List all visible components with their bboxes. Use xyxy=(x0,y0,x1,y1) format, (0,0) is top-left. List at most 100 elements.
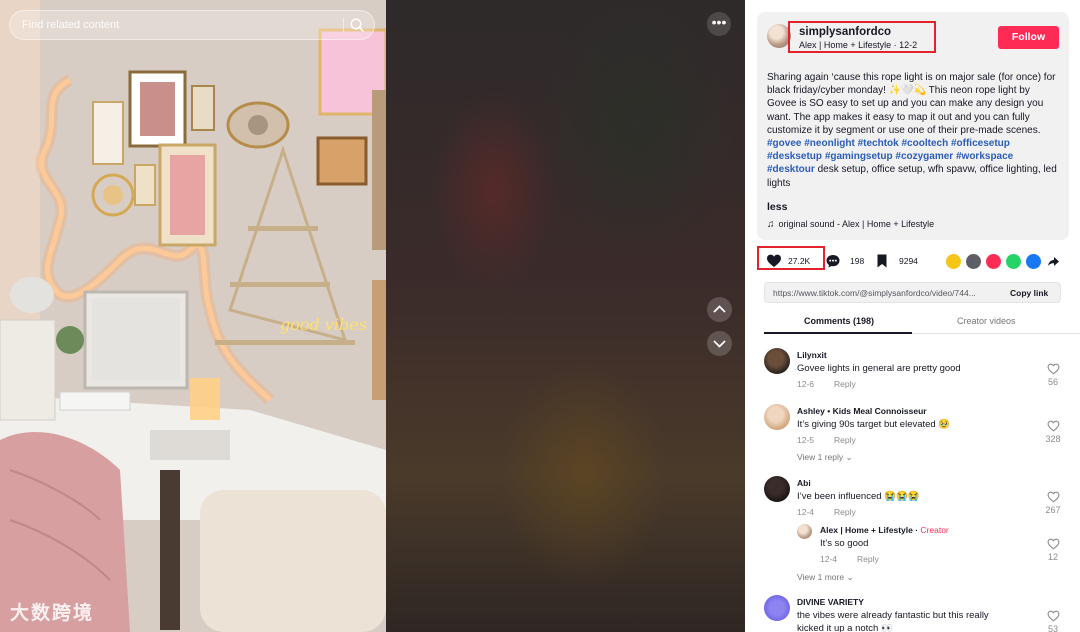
chevron-up-icon xyxy=(713,305,726,313)
comment-like-count: 328 xyxy=(1045,434,1061,444)
tab-comments[interactable]: Comments (198) xyxy=(804,316,874,326)
commenter-avatar[interactable] xyxy=(764,476,790,502)
heart-icon xyxy=(767,254,781,267)
commenter-name[interactable]: Lilynxit xyxy=(797,350,827,360)
search-input[interactable] xyxy=(20,11,340,39)
like-count: 27.2K xyxy=(788,256,811,266)
comment-tabs: Comments (198) Creator videos xyxy=(764,308,1080,334)
comment-date: 12-6 xyxy=(797,379,815,389)
watermark-logo: 大数跨境 xyxy=(10,603,95,624)
hashtag-link[interactable]: #neonlight xyxy=(804,138,855,149)
show-less-link[interactable]: less xyxy=(767,201,787,213)
chevron-down-icon xyxy=(713,340,726,348)
music-note-icon: ♫ xyxy=(767,219,775,230)
commenter-avatar[interactable] xyxy=(764,348,790,374)
heart-outline-icon xyxy=(1046,610,1060,622)
comment-text: I’ve been influenced 😭😭😭 xyxy=(797,491,920,502)
reply-button[interactable]: Reply xyxy=(834,507,856,517)
next-video-button[interactable] xyxy=(707,331,732,356)
follow-button[interactable]: Follow xyxy=(998,26,1059,49)
hashtag-link[interactable]: #govee xyxy=(767,138,801,149)
previous-video-button[interactable] xyxy=(707,297,732,322)
commenter-avatar[interactable] xyxy=(764,404,790,430)
comment-text: Govee lights in general are pretty good xyxy=(797,363,961,374)
creator-badge: Creator xyxy=(920,525,949,535)
hashtag-link[interactable]: #gamingsetup xyxy=(825,151,893,162)
reply-button[interactable]: Reply xyxy=(834,379,856,389)
search-bar[interactable] xyxy=(9,10,375,40)
copy-link-bar: https://www.tiktok.com/@simplysanfordco/… xyxy=(764,282,1061,303)
comment-text: the vibes were already fantastic but thi… xyxy=(797,610,989,632)
description-card: simplysanfordco Alex | Home + Lifestyle … xyxy=(757,12,1069,240)
reply-author-name: Alex | Home + Lifestyle xyxy=(820,525,913,535)
sound-link[interactable]: ♫ original sound - Alex | Home + Lifestyl… xyxy=(767,219,934,230)
heart-outline-icon xyxy=(1046,363,1060,375)
bookmark-icon xyxy=(877,254,887,268)
video-blur-background xyxy=(386,0,745,632)
hashtag-link[interactable]: #officesetup xyxy=(951,138,1010,149)
comment-count: 198 xyxy=(850,256,865,266)
facebook-icon[interactable] xyxy=(1026,254,1041,269)
video-url: https://www.tiktok.com/@simplysanfordco/… xyxy=(773,288,976,298)
view-replies-link[interactable]: View 1 reply ⌄ xyxy=(797,452,853,463)
comment-like-button[interactable]: 53 xyxy=(1045,610,1061,632)
active-tab-indicator xyxy=(764,332,912,334)
hashtag-link[interactable]: #cooltech xyxy=(902,138,949,149)
copy-link-button[interactable]: Copy link xyxy=(1010,288,1048,298)
sound-label: original sound - Alex | Home + Lifestyle xyxy=(778,219,935,229)
video-frame: good vibes xyxy=(0,0,386,632)
heart-outline-icon xyxy=(1046,491,1060,503)
hashtag-link[interactable]: #workspace xyxy=(956,151,1013,162)
hashtag-link[interactable]: #desktour xyxy=(767,164,815,175)
hashtag-link[interactable]: #cozygamer xyxy=(895,151,953,162)
highlight-box-author xyxy=(788,21,936,53)
commenter-name[interactable]: Abi xyxy=(797,478,811,488)
comment-like-button[interactable]: 328 xyxy=(1045,420,1061,444)
reply-button[interactable]: Reply xyxy=(857,554,879,564)
video-player[interactable]: good vibes Find related content ••• 大数跨境 xyxy=(0,0,745,632)
tab-creator-videos[interactable]: Creator videos xyxy=(957,316,1016,326)
comment-like-count: 53 xyxy=(1047,624,1058,632)
comment-text: It’s giving 90s target but elevated 🥹 xyxy=(797,419,951,430)
reply-button[interactable]: Reply xyxy=(834,435,856,445)
comment-meta: 12-4 Reply xyxy=(797,507,856,517)
comment-like-button[interactable]: 267 xyxy=(1045,491,1061,515)
comment-date: 12-5 xyxy=(797,435,815,445)
comment-like-button[interactable]: 56 xyxy=(1045,363,1061,387)
view-more-replies-link[interactable]: View 1 more ⌄ xyxy=(797,572,854,583)
reply-avatar[interactable] xyxy=(797,524,812,539)
whatsapp-icon[interactable] xyxy=(1006,254,1021,269)
video-thumbnail-illustration: good vibes xyxy=(0,0,386,632)
description-body: Sharing again ‘cause this rope light is … xyxy=(767,72,1056,136)
svg-text:good vibes: good vibes xyxy=(280,315,367,334)
search-icon[interactable] xyxy=(349,17,365,33)
search-divider xyxy=(343,18,344,32)
comment-icon xyxy=(826,255,840,268)
reply-like-count: 12 xyxy=(1047,552,1058,562)
commenter-name[interactable]: DIVINE VARIETY xyxy=(797,597,864,607)
reply-text: It’s so good xyxy=(820,538,869,549)
comment-meta: 12-5 Reply xyxy=(797,435,856,445)
reply-like-button[interactable]: 12 xyxy=(1045,538,1061,562)
code-icon[interactable] xyxy=(966,254,981,269)
hashtag-link[interactable]: #desksetup xyxy=(767,151,822,162)
save-count: 9294 xyxy=(899,256,918,266)
reply-author[interactable]: Alex | Home + Lifestyle · Creator xyxy=(820,525,949,535)
reply-date: 12-4 xyxy=(820,554,838,564)
send-icon[interactable] xyxy=(986,254,1001,269)
comment-like-count: 267 xyxy=(1045,505,1061,515)
action-bar: 27.2K 198 9294 xyxy=(745,246,1080,274)
hashtag-link[interactable]: #techtok xyxy=(858,138,899,149)
commenter-name[interactable]: Ashley • Kids Meal Connoisseur xyxy=(797,406,927,416)
details-panel: simplysanfordco Alex | Home + Lifestyle … xyxy=(745,0,1080,632)
embed-icon[interactable] xyxy=(946,254,961,269)
commenter-avatar[interactable] xyxy=(764,595,790,621)
heart-outline-icon xyxy=(1046,420,1060,432)
video-description: Sharing again ‘cause this rope light is … xyxy=(767,71,1062,190)
comment-like-count: 56 xyxy=(1047,377,1058,387)
more-options-button[interactable]: ••• xyxy=(707,12,731,36)
comment-meta: 12-6 Reply xyxy=(797,379,856,389)
heart-outline-icon xyxy=(1046,538,1060,550)
reply-meta: 12-4 Reply xyxy=(820,554,879,564)
share-arrow-icon[interactable] xyxy=(1047,255,1060,268)
